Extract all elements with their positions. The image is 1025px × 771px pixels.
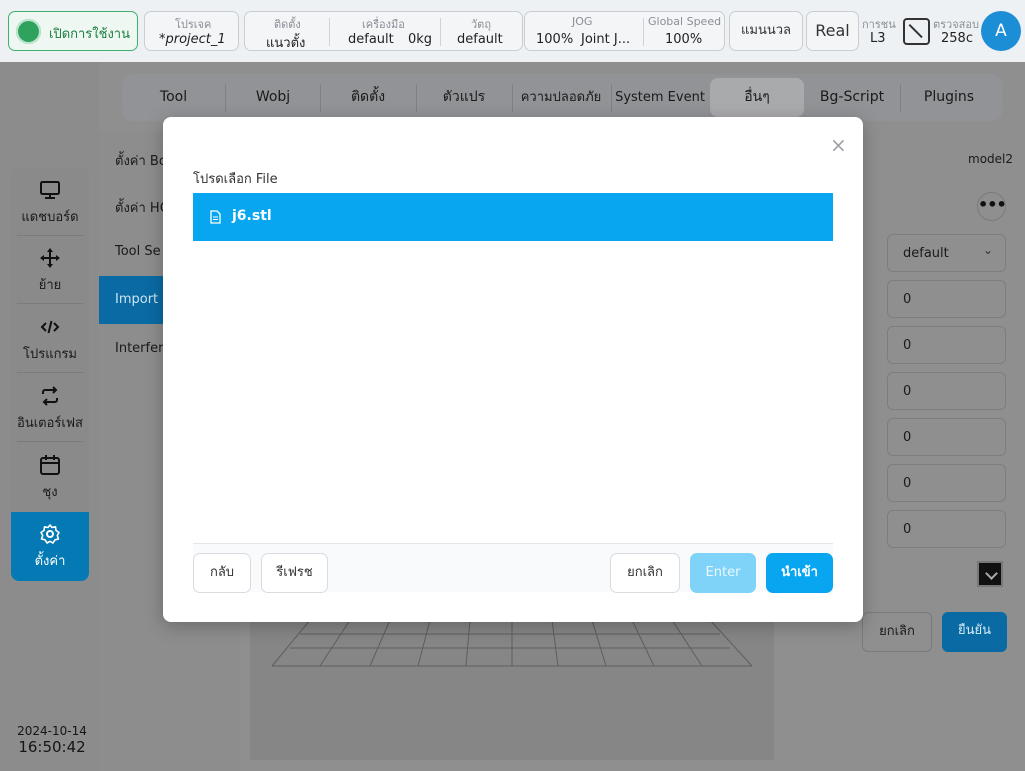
install-value: แนวตั้ง: [266, 36, 306, 51]
move-icon: [40, 248, 60, 268]
enable-power-button[interactable]: เปิดการใช้งาน: [8, 11, 138, 51]
tool-payload: 0kg: [408, 32, 433, 47]
panel-confirm-button[interactable]: ยืนยัน: [942, 612, 1007, 652]
project-indicator[interactable]: โปรเจค *project_1: [144, 11, 239, 51]
enter-button[interactable]: Enter: [690, 553, 756, 593]
manual-mode-button[interactable]: แมนนวล: [729, 11, 803, 51]
import-button[interactable]: นำเข้า: [766, 553, 833, 593]
settings-tabs: Tool Wobj ติดตั้ง ตัวแปร ความปลอดภัย Sys…: [122, 74, 1002, 121]
option-checkbox[interactable]: [977, 561, 1003, 587]
back-button[interactable]: กลับ: [193, 553, 251, 593]
jog-speed-indicator[interactable]: JOG 100% Joint J... Global Speed 100%: [524, 11, 725, 51]
calendar-icon: [40, 455, 60, 475]
sidebar-item-settings[interactable]: ตั้งค่า: [11, 512, 89, 581]
file-name: j6.stl: [232, 208, 272, 224]
file-icon: [210, 210, 221, 224]
sidebar-item-program[interactable]: โปรแกรม: [11, 305, 89, 373]
gear-icon: [40, 524, 60, 544]
unit-select[interactable]: default ⌄: [887, 234, 1006, 272]
inspect-value: 258c: [941, 31, 973, 46]
tool-value: default: [348, 32, 394, 47]
file-list-item-selected[interactable]: j6.stl: [193, 193, 833, 241]
sidebar-item-label: อินเตอร์เฟส: [17, 416, 83, 431]
more-options-button[interactable]: •••: [977, 192, 1007, 221]
project-label: โปรเจค: [175, 18, 212, 31]
power-label: เปิดการใช้งาน: [49, 27, 130, 42]
dialog-title: โปรดเลือก File: [193, 172, 278, 187]
install-label: ติดตั้ง: [274, 18, 301, 31]
param-field-5[interactable]: 0: [887, 464, 1006, 502]
project-value: *project_1: [159, 32, 226, 47]
chevron-down-icon: ⌄: [982, 243, 993, 257]
collision-value: L3: [870, 31, 886, 46]
tab-install[interactable]: ติดตั้ง: [320, 74, 416, 121]
model-3d-viewer[interactable]: [250, 610, 774, 760]
top-status-bar: เปิดการใช้งาน โปรเจค *project_1 ติดตั้ง …: [0, 0, 1025, 62]
close-icon[interactable]: ×: [830, 135, 847, 155]
cancel-button[interactable]: ยกเลิก: [610, 553, 680, 593]
global-speed-value: 100%: [665, 32, 703, 47]
global-speed-label: Global Speed: [648, 15, 722, 28]
sidebar-item-label: ชุง: [42, 485, 58, 500]
tab-tool[interactable]: Tool: [122, 74, 225, 121]
real-mode-button[interactable]: Real: [806, 11, 859, 51]
tool-label: เครื่องมือ: [362, 18, 405, 31]
clock: 2024-10-14 16:50:42: [12, 724, 92, 756]
sidebar-item-interface[interactable]: อินเตอร์เฟส: [11, 374, 89, 442]
submenu-item[interactable]: ตั้งค่า Bo: [115, 150, 167, 171]
jog-mode: Joint J...: [581, 32, 631, 47]
param-field-1[interactable]: 0: [887, 280, 1006, 318]
submenu-item[interactable]: ตั้งค่า HC: [115, 197, 169, 218]
param-field-6[interactable]: 0: [887, 510, 1006, 548]
submenu-item[interactable]: Tool Se: [115, 244, 161, 259]
tab-safety[interactable]: ความปลอดภัย: [514, 74, 608, 121]
real-mode-label: Real: [815, 21, 850, 40]
fullscreen-icon[interactable]: [903, 18, 930, 45]
param-field-3[interactable]: 0: [887, 372, 1006, 410]
tab-system-event[interactable]: System Event: [611, 74, 709, 121]
sidebar-item-label: ย้าย: [38, 278, 62, 293]
tab-wobj[interactable]: Wobj: [225, 74, 321, 121]
sidebar-item-label: ตั้งค่า: [34, 554, 66, 569]
param-field-4[interactable]: 0: [887, 418, 1006, 456]
jog-label: JOG: [572, 15, 593, 28]
file-select-dialog: × โปรดเลือก File j6.stl กลับ รีเฟรช ยกเล…: [163, 117, 863, 622]
tab-plugins[interactable]: Plugins: [900, 74, 998, 121]
dialog-footer: กลับ รีเฟรช ยกเลิก Enter นำเข้า: [193, 543, 833, 593]
manual-mode-label: แมนนวล: [741, 23, 791, 38]
sidebar-item-move[interactable]: ย้าย: [11, 236, 89, 304]
model-name: model2: [968, 152, 1013, 166]
workobj-label: วัตถุ: [471, 18, 491, 31]
param-field-2[interactable]: 0: [887, 326, 1006, 364]
power-status-icon: [16, 19, 41, 44]
refresh-button[interactable]: รีเฟรช: [261, 553, 328, 593]
code-icon: [40, 320, 60, 334]
tab-others[interactable]: อื่นๆ: [710, 78, 804, 117]
grid-floor: [271, 619, 753, 667]
install-tool-object-indicator[interactable]: ติดตั้ง แนวตั้ง เครื่องมือ default 0kg ว…: [244, 11, 523, 51]
time-text: 16:50:42: [18, 738, 86, 756]
sidebar-item-schedule[interactable]: ชุง: [11, 443, 89, 511]
tab-variables[interactable]: ตัวแปร: [416, 74, 512, 121]
tab-bg-script[interactable]: Bg-Script: [804, 74, 900, 121]
workobj-value: default: [457, 32, 503, 47]
panel-cancel-button[interactable]: ยกเลิก: [862, 612, 932, 652]
monitor-icon: [40, 181, 60, 199]
user-avatar[interactable]: A: [981, 11, 1021, 51]
sidebar-item-label: โปรแกรม: [22, 347, 78, 362]
jog-value: 100%: [536, 32, 574, 47]
swap-icon: [42, 386, 58, 406]
sidebar-nav: แดชบอร์ด ย้าย โปรแกรม อินเตอร์เฟส ชุง ตั…: [11, 168, 89, 581]
sidebar-item-dashboard[interactable]: แดชบอร์ด: [11, 168, 89, 236]
unit-select-value: default: [903, 246, 949, 261]
sidebar-item-label: แดชบอร์ด: [21, 210, 79, 225]
date-text: 2024-10-14: [17, 724, 87, 738]
